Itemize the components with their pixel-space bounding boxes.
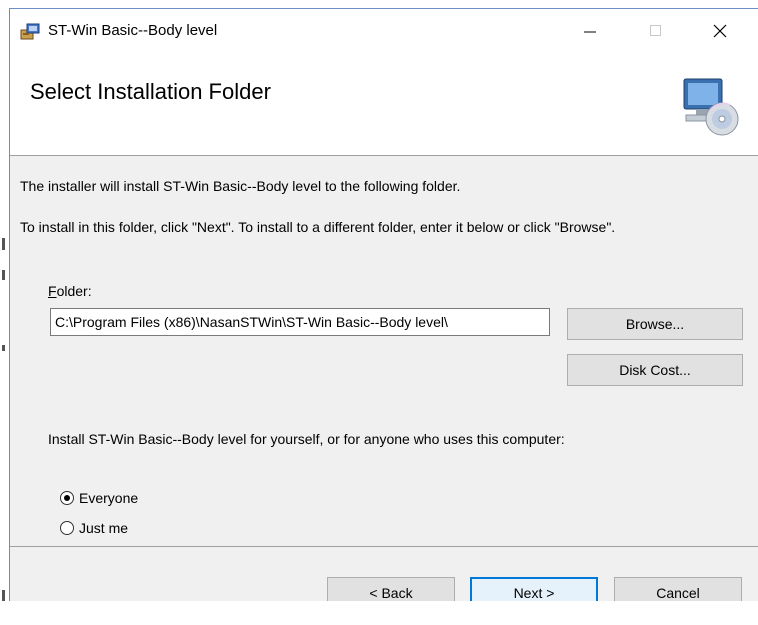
- radio-label-everyone: Everyone: [79, 490, 139, 506]
- window-title: ST-Win Basic--Body level: [48, 22, 218, 39]
- folder-label-text: older:: [56, 283, 92, 299]
- close-icon: [713, 24, 727, 38]
- radio-label-just-me: Just me: [79, 520, 129, 536]
- minimize-button[interactable]: [570, 17, 610, 45]
- radio-everyone[interactable]: Everyone: [60, 490, 138, 506]
- instructions-text: To install in this folder, click "Next".…: [20, 219, 616, 235]
- browse-button[interactable]: Browse...: [567, 308, 743, 340]
- installer-app-icon: [20, 23, 40, 40]
- maximize-icon: [650, 25, 661, 36]
- intro-text: The installer will install ST-Win Basic-…: [20, 178, 461, 194]
- maximize-button: [636, 17, 676, 45]
- radio-just-me[interactable]: Just me: [60, 520, 128, 536]
- background-left-strip: [0, 0, 9, 625]
- wizard-header: Select Installation Folder: [10, 51, 758, 156]
- title-bar[interactable]: ST-Win Basic--Body level: [10, 9, 758, 51]
- install-for-text: Install ST-Win Basic--Body level for you…: [48, 431, 565, 447]
- wizard-content: The installer will install ST-Win Basic-…: [10, 156, 758, 546]
- background-mark: [2, 270, 5, 280]
- radio-button-unchecked[interactable]: [60, 521, 74, 535]
- folder-label-accelerator: F: [48, 283, 57, 299]
- folder-label: Folder:: [48, 283, 92, 299]
- close-button[interactable]: [700, 17, 740, 45]
- folder-path-input[interactable]: [50, 308, 550, 336]
- footer-divider: [10, 546, 758, 547]
- disk-cost-button[interactable]: Disk Cost...: [567, 354, 743, 386]
- background-bottom-strip: [0, 601, 758, 625]
- background-mark: [2, 345, 5, 351]
- background-mark: [2, 238, 5, 250]
- installer-window: ST-Win Basic--Body level Select Installa…: [9, 8, 758, 609]
- radio-button-checked[interactable]: [60, 491, 74, 505]
- page-title: Select Installation Folder: [30, 79, 271, 104]
- minimize-icon: [584, 31, 596, 33]
- computer-disc-icon: [683, 78, 739, 136]
